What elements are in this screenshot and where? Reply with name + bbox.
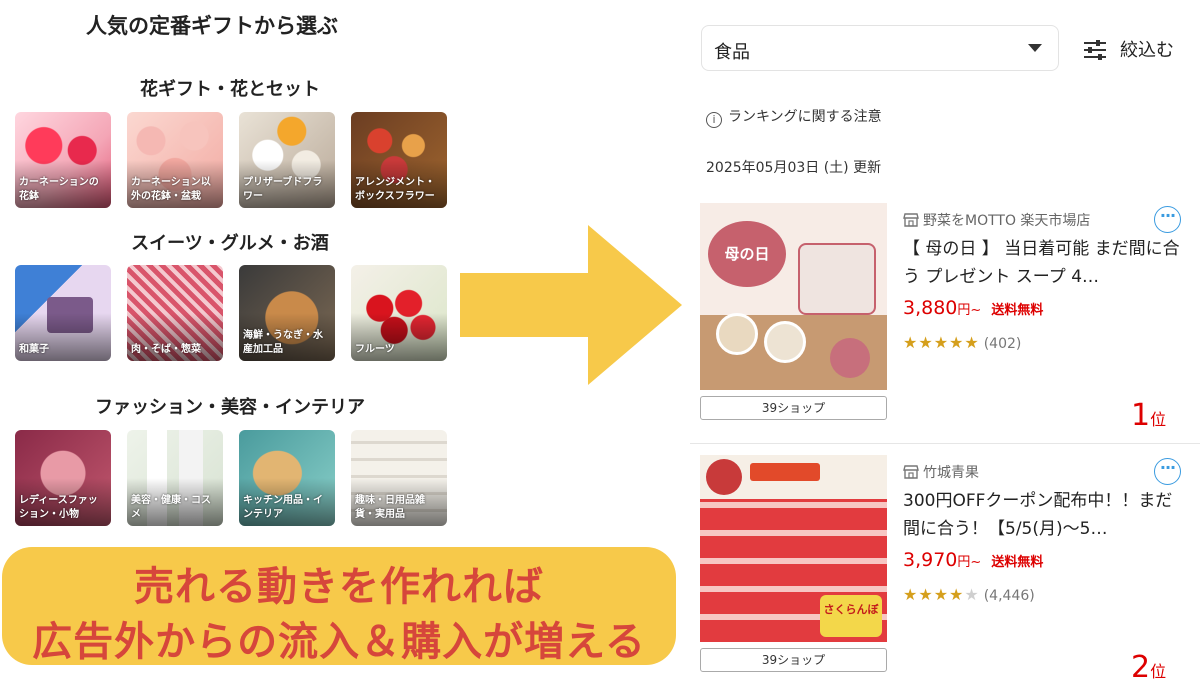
tile-seafood[interactable]: 海鮮・うなぎ・水産加工品 [239, 265, 335, 361]
headline-banner: 売れる動きを作れれば 広告外からの流入＆購入が増える [2, 547, 676, 665]
tile-fruits[interactable]: フルーツ [351, 265, 447, 361]
chevron-down-icon [1028, 44, 1042, 52]
store-name-text: 竹城青果 [923, 465, 979, 481]
tile-beauty[interactable]: 美容・健康・コスメ [127, 430, 223, 526]
product-price: 3,880円~ 送料無料 [903, 297, 1044, 319]
star-rating-icon: ★★★★★ [903, 333, 980, 352]
product-rating: ★★★★★ (402) [903, 333, 1021, 352]
tile-label: アレンジメント・ボックスフラワー [355, 177, 435, 202]
tile-other-pots[interactable]: カーネーション以外の花鉢・盆栽 [127, 112, 223, 208]
free-shipping-label: 送料無料 [991, 303, 1044, 318]
updated-date: 2025年05月03日 (土) 更新 [706, 160, 882, 176]
right-arrow-icon [460, 225, 682, 385]
banner-line-1: 売れる動きを作れれば [134, 564, 544, 610]
category-select[interactable]: 食品 [701, 25, 1059, 71]
tile-hobby-goods[interactable]: 趣味・日用品雑貨・実用品 [351, 430, 447, 526]
shop-icon [903, 465, 919, 479]
product-title[interactable]: 300円OFFクーポン配布中！！まだ間に合う！【5/5(月)〜5… [903, 487, 1189, 543]
ranking-panel: 食品 絞込む i ランキングに関する注意 2025年05月03日 (土) 更新 母… [690, 0, 1200, 700]
tile-label: 肉・そば・惣菜 [131, 343, 201, 355]
tile-row-gourmet: 和菓子 肉・そば・惣菜 海鮮・うなぎ・水産加工品 フルーツ [15, 265, 455, 361]
rank-label: 2位 [1131, 650, 1167, 685]
tile-meat[interactable]: 肉・そば・惣菜 [127, 265, 223, 361]
ranking-notice-text: ランキングに関する注意 [728, 109, 882, 125]
gift-category-panel: 人気の定番ギフトから選ぶ 花ギフト・花とセット カーネーションの花鉢 カーネーシ… [0, 0, 460, 540]
more-options-button[interactable]: ··· [1154, 206, 1181, 233]
product-image-caption: さくらんぼ [820, 595, 882, 637]
section-title-fashion: ファッション・美容・インテリア [95, 397, 365, 418]
tile-label: 和菓子 [19, 343, 49, 355]
filter-label: 絞込む [1120, 40, 1174, 61]
more-options-button[interactable]: ··· [1154, 458, 1181, 485]
tile-label: カーネーションの花鉢 [19, 177, 99, 202]
store-name[interactable]: 竹城青果 [903, 462, 979, 482]
tile-label: カーネーション以外の花鉢・盆栽 [131, 177, 211, 202]
review-count[interactable]: (402) [984, 336, 1022, 352]
filter-sliders-icon [1084, 40, 1106, 60]
item-divider [690, 443, 1200, 444]
info-icon: i [706, 112, 722, 128]
tile-row-flowers: カーネーションの花鉢 カーネーション以外の花鉢・盆栽 プリザーブドフラワー アレ… [15, 112, 455, 208]
shop-icon [903, 213, 919, 227]
ranking-notice-link[interactable]: i ランキングに関する注意 [706, 106, 882, 128]
free-shipping-label: 送料無料 [991, 555, 1044, 570]
category-select-value: 食品 [714, 42, 750, 63]
tile-label: フルーツ [355, 343, 395, 355]
ranking-item: 母の日 39ショップ 野菜をMOTTO 楽天市場店 ··· 【 母の日 】 当日… [690, 203, 1200, 447]
gift-category-title: 人気の定番ギフトから選ぶ [86, 14, 338, 38]
tile-row-fashion: レディースファッション・小物 美容・健康・コスメ キッチン用品・インテリア 趣味… [15, 430, 455, 526]
shop-count-button[interactable]: 39ショップ [700, 396, 887, 420]
tile-kitchen[interactable]: キッチン用品・インテリア [239, 430, 335, 526]
tile-arrangement[interactable]: アレンジメント・ボックスフラワー [351, 112, 447, 208]
star-rating-icon: ★★★★★ [903, 585, 980, 604]
tile-label: レディースファッション・小物 [19, 495, 98, 520]
tile-label: キッチン用品・インテリア [243, 495, 323, 520]
section-title-flowers: 花ギフト・花とセット [140, 79, 320, 100]
review-count[interactable]: (4,446) [984, 588, 1035, 604]
ranking-item: さくらんぼ 39ショップ 竹城青果 ··· 300円OFFクーポン配布中！！まだ… [690, 455, 1200, 699]
product-title[interactable]: 【 母の日 】 当日着可能 まだ間に合う プレゼント スープ 4… [903, 235, 1189, 291]
tile-label: 趣味・日用品雑貨・実用品 [355, 495, 425, 520]
product-price: 3,970円~ 送料無料 [903, 549, 1044, 571]
tile-ladies-fashion[interactable]: レディースファッション・小物 [15, 430, 111, 526]
tile-preserved-flower[interactable]: プリザーブドフラワー [239, 112, 335, 208]
product-image-caption: 母の日 [724, 245, 770, 263]
product-image[interactable]: 母の日 [700, 203, 887, 390]
product-rating: ★★★★★ (4,446) [903, 585, 1035, 604]
tile-wagashi[interactable]: 和菓子 [15, 265, 111, 361]
tile-label: 美容・健康・コスメ [131, 495, 211, 520]
store-name-text: 野菜をMOTTO 楽天市場店 [923, 213, 1091, 229]
product-image[interactable]: さくらんぼ [700, 455, 887, 642]
section-title-gourmet: スイーツ・グルメ・お酒 [131, 233, 329, 254]
banner-line-2: 広告外からの流入＆購入が増える [32, 619, 646, 665]
shop-count-button[interactable]: 39ショップ [700, 648, 887, 672]
rank-label: 1位 [1131, 398, 1167, 433]
tile-label: プリザーブドフラワー [243, 177, 323, 202]
tile-label: 海鮮・うなぎ・水産加工品 [243, 330, 323, 355]
store-name[interactable]: 野菜をMOTTO 楽天市場店 [903, 210, 1090, 230]
tile-carnation-pot[interactable]: カーネーションの花鉢 [15, 112, 111, 208]
